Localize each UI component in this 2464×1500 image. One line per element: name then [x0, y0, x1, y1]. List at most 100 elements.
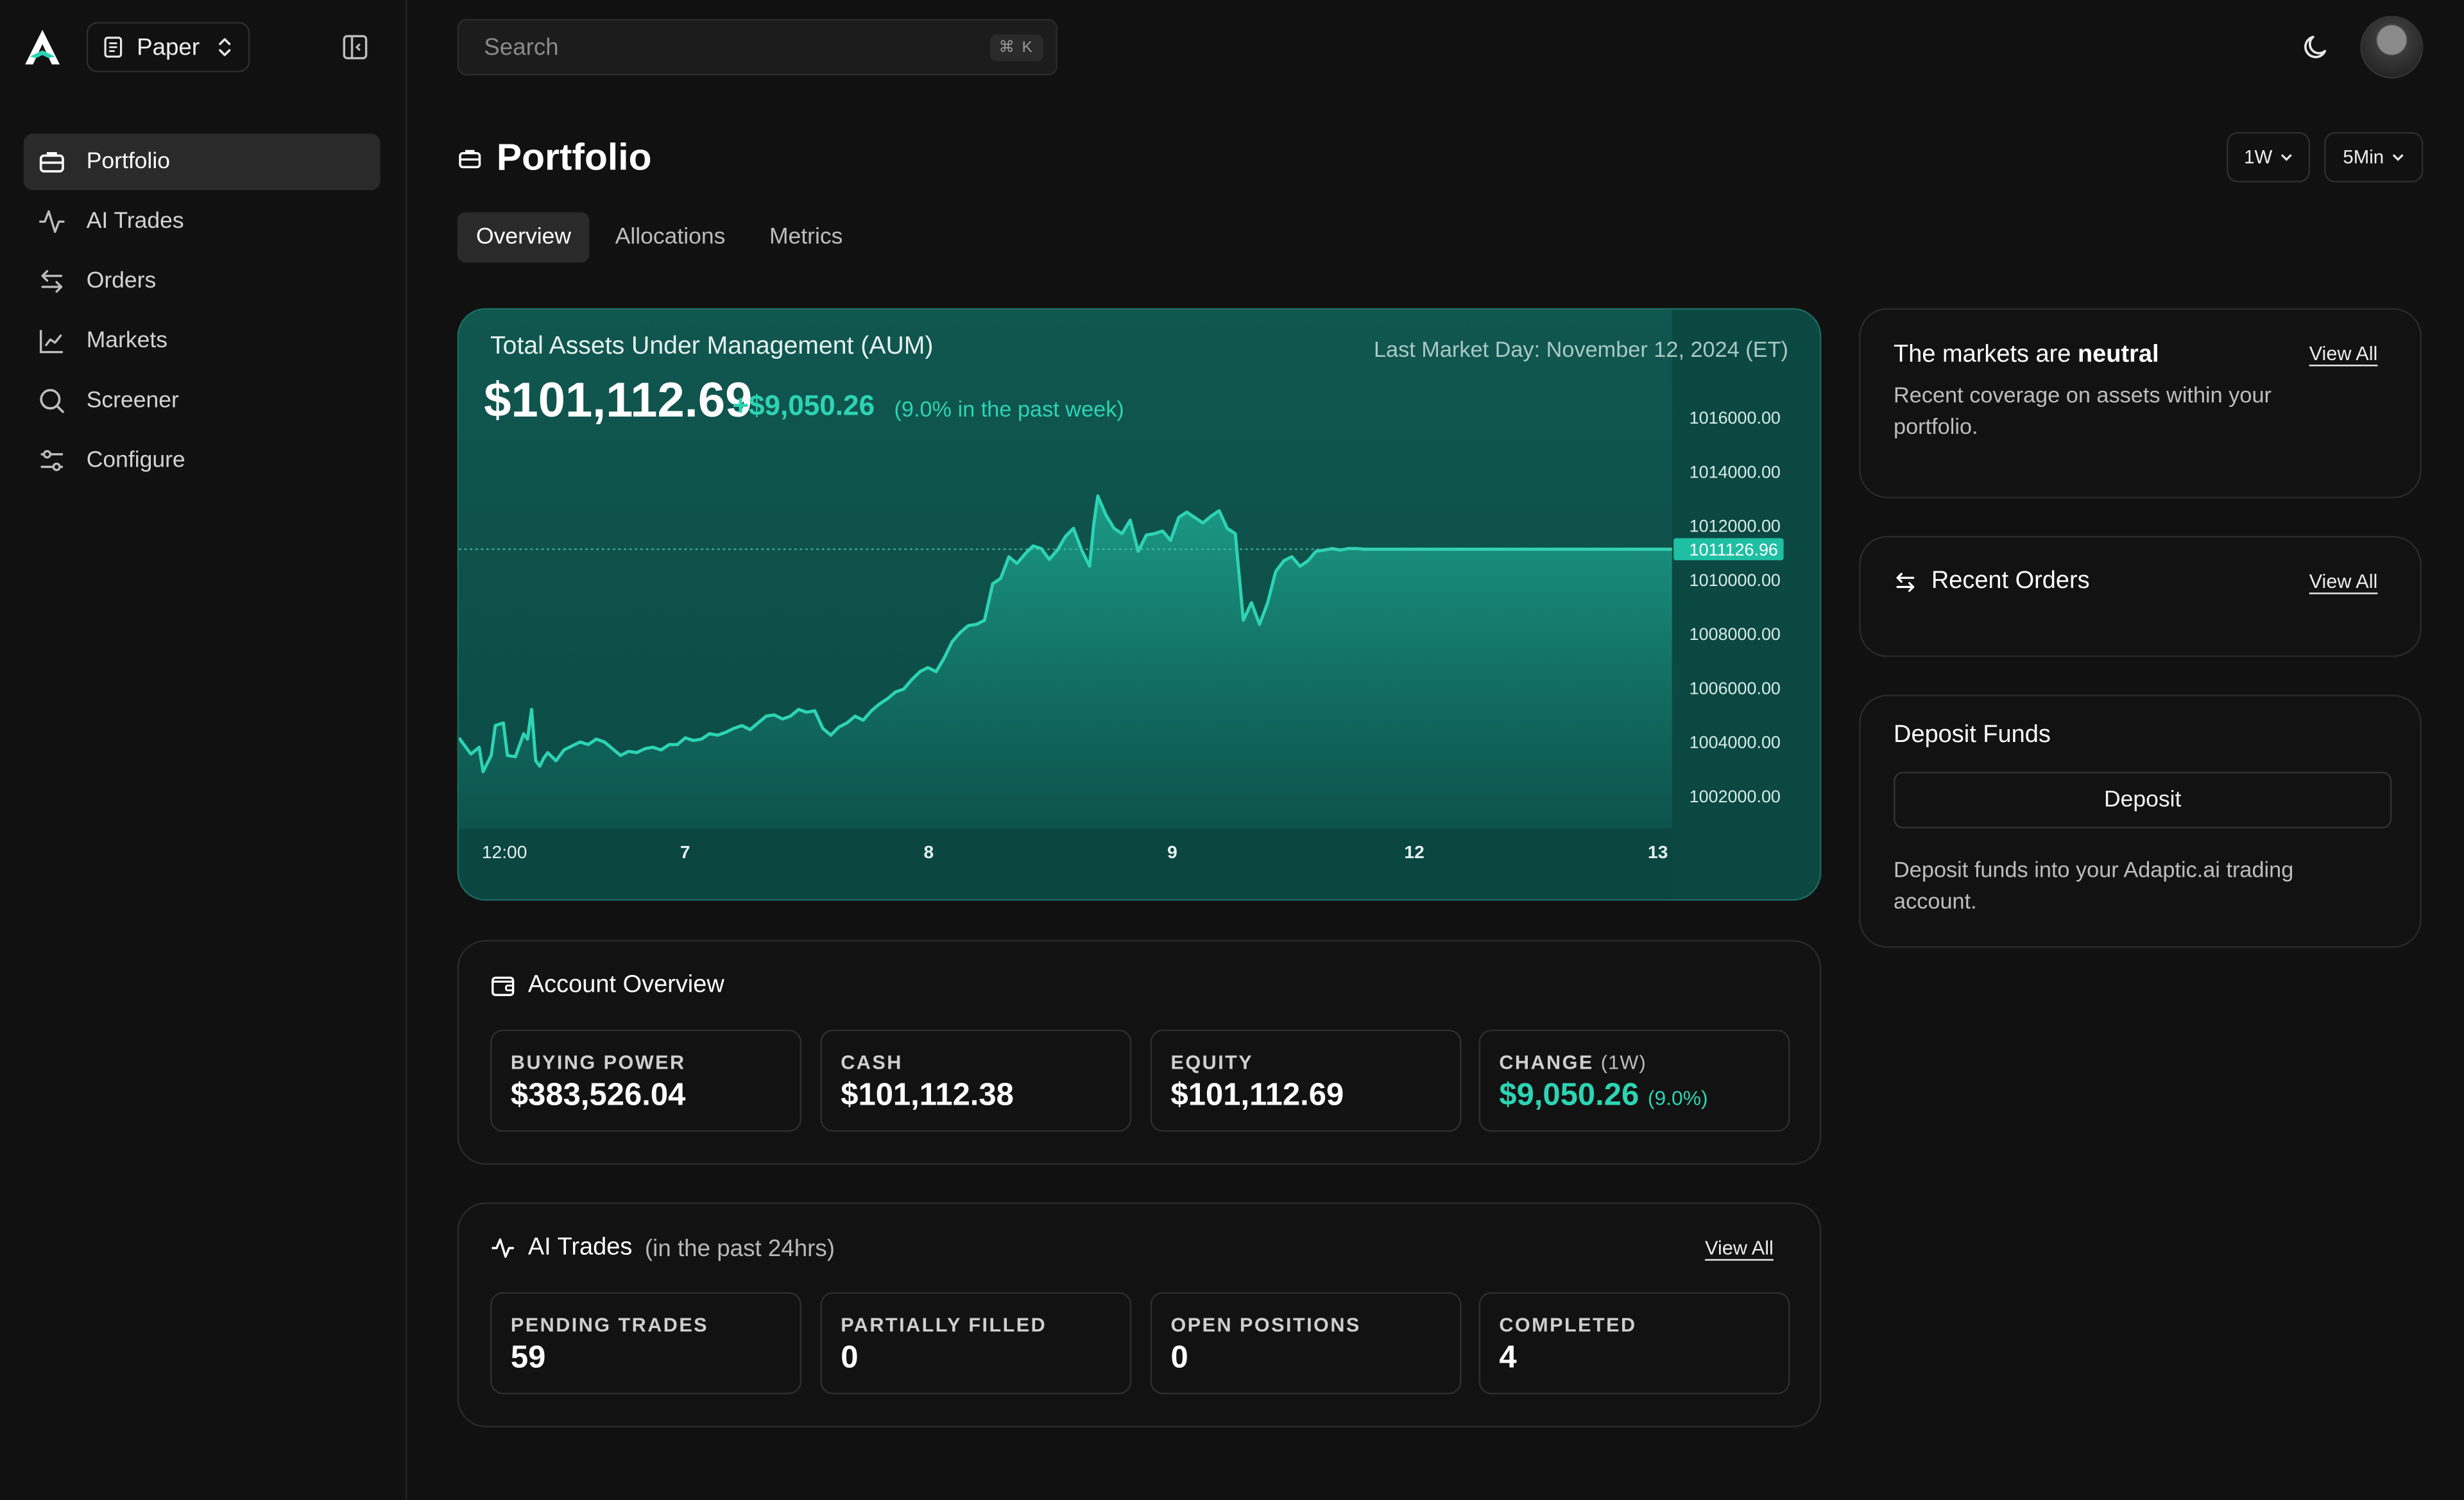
- arrows-left-right-icon: [41, 270, 63, 293]
- y-tick-label: 1014000.00: [1690, 462, 1781, 481]
- sidebar-item-label: Configure: [86, 447, 185, 474]
- sidebar-item-portfolio[interactable]: Portfolio: [23, 134, 381, 191]
- ai-trades-title: AI Trades: [527, 1234, 633, 1261]
- tab-overview[interactable]: Overview: [457, 212, 590, 263]
- markets-view-all-link[interactable]: View All: [2309, 343, 2378, 365]
- interval-select[interactable]: 5Min: [2324, 132, 2424, 183]
- markets-sentiment-text: Recent coverage on assets within your po…: [1894, 382, 2272, 439]
- account-overview-header: Account Overview: [490, 971, 724, 999]
- current-value-marker: 1011126.96: [1673, 538, 1784, 560]
- stat-change: CHANGE (1W) $9,050.26 (9.0%): [1478, 1030, 1790, 1132]
- x-tick-label: 9: [1167, 842, 1177, 862]
- markets-title-emphasis: neutral: [2077, 341, 2159, 368]
- stat-pending-trades: PENDING TRADES 59: [490, 1292, 801, 1395]
- aum-change: +$9,050.26: [732, 390, 875, 422]
- account-overview-panel: Account Overview BUYING POWER $383,526.0…: [457, 940, 1822, 1165]
- recent-orders-header: Recent Orders: [1894, 567, 2090, 596]
- tab-allocations[interactable]: Allocations: [596, 212, 744, 263]
- stat-label: PENDING TRADES: [510, 1314, 709, 1336]
- x-tick-label: 12:00: [482, 842, 527, 862]
- deposit-funds-card: Deposit Funds Deposit Deposit funds into…: [1859, 694, 2422, 948]
- search-placeholder: Search: [484, 33, 559, 61]
- sidebar-item-screener[interactable]: Screener: [24, 372, 381, 429]
- stat-value: $383,526.04: [510, 1078, 686, 1113]
- sidebar-item-ai-trades[interactable]: AI Trades: [24, 193, 381, 250]
- stat-label: OPEN POSITIONS: [1170, 1314, 1361, 1336]
- stat-value: $101,112.69: [1170, 1078, 1344, 1113]
- stat-label: CHANGE (1W): [1499, 1051, 1769, 1073]
- stat-label-suffix: (1W): [1600, 1051, 1647, 1074]
- sidebar-item-label: AI Trades: [86, 209, 184, 234]
- stat-value: $101,112.38: [841, 1078, 1014, 1113]
- arrows-left-right-icon: [1896, 572, 1915, 592]
- briefcase-icon: [459, 150, 481, 169]
- stat-cash: CASH $101,112.38: [820, 1030, 1132, 1132]
- stat-value: 0: [841, 1340, 859, 1375]
- ai-trades-view-all-link[interactable]: View All: [1705, 1237, 1774, 1259]
- sidebar-item-orders[interactable]: Orders: [24, 253, 381, 309]
- briefcase-icon: [39, 151, 64, 173]
- aum-change-pct: (9.0% in the past week): [894, 396, 1124, 422]
- aum-title: Total Assets Under Management (AUM): [490, 333, 934, 360]
- logo-icon[interactable]: [22, 27, 63, 68]
- markets-sentiment-card: The markets are neutral View All Recent …: [1859, 308, 2422, 499]
- sidebar: Paper Portfolio AI Trades Orders Markets…: [0, 0, 407, 1500]
- stat-label: BUYING POWER: [510, 1051, 686, 1074]
- user-avatar[interactable]: [2360, 15, 2424, 79]
- aum-area: [459, 496, 1672, 829]
- app-root: Paper Portfolio AI Trades Orders Markets…: [0, 0, 2464, 1500]
- y-tick-label: 1016000.00: [1690, 408, 1781, 427]
- sidebar-nav: Portfolio AI Trades Orders Markets Scree…: [23, 134, 381, 492]
- last-market-day: Last Market Day: November 12, 2024 (ET): [1373, 336, 1788, 362]
- search-input[interactable]: Search ⌘ K: [457, 19, 1058, 76]
- stat-partially-filled: PARTIALLY FILLED 0: [820, 1292, 1132, 1395]
- workspace-label: Paper: [137, 33, 200, 61]
- ai-trades-subtitle: (in the past 24hrs): [644, 1234, 835, 1262]
- sidebar-item-label: Markets: [86, 328, 168, 354]
- chevron-down-icon: [2280, 154, 2292, 161]
- current-value-label: 1011126.96: [1690, 540, 1778, 559]
- chevron-up-down-icon: [219, 38, 231, 56]
- workspace-switcher[interactable]: Paper: [86, 22, 250, 73]
- sidebar-item-markets[interactable]: Markets: [24, 313, 381, 369]
- y-tick-label: 1010000.00: [1690, 571, 1781, 590]
- collapse-sidebar-icon[interactable]: [339, 31, 371, 63]
- sidebar-item-configure[interactable]: Configure: [24, 432, 381, 488]
- deposit-funds-text: Deposit funds into your Adaptic.ai tradi…: [1894, 856, 2294, 913]
- y-tick-label: 1008000.00: [1690, 625, 1781, 644]
- stat-label: EQUITY: [1170, 1051, 1254, 1074]
- wallet-icon: [492, 976, 515, 996]
- y-tick-label: 1004000.00: [1690, 733, 1781, 752]
- deposit-funds-title: Deposit Funds: [1894, 721, 2051, 748]
- page-title-text: Portfolio: [496, 137, 652, 180]
- sidebar-item-label: Portfolio: [86, 149, 170, 175]
- range-value: 1W: [2244, 146, 2273, 169]
- account-overview-title: Account Overview: [527, 971, 724, 999]
- stat-label-text: CHANGE: [1499, 1051, 1594, 1074]
- stat-value: 4: [1499, 1340, 1517, 1375]
- y-tick-label: 1012000.00: [1690, 517, 1781, 536]
- activity-icon: [39, 210, 65, 233]
- stat-value: 0: [1170, 1340, 1188, 1375]
- activity-icon: [492, 1238, 514, 1258]
- stat-label: CASH: [841, 1051, 903, 1074]
- chevron-down-icon: [2392, 154, 2404, 161]
- document-icon: [104, 37, 123, 58]
- range-select[interactable]: 1W: [2227, 132, 2311, 183]
- stat-value: 59: [510, 1340, 546, 1375]
- recent-orders-view-all-link[interactable]: View All: [2309, 571, 2378, 592]
- search-shortcut-badge: ⌘ K: [989, 33, 1044, 61]
- tab-metrics[interactable]: Metrics: [751, 212, 862, 263]
- ai-trades-header: AI Trades (in the past 24hrs): [490, 1234, 835, 1262]
- stat-buying-power: BUYING POWER $383,526.04: [490, 1030, 801, 1132]
- deposit-button[interactable]: Deposit: [1894, 772, 2392, 829]
- stat-value: $9,050.26 (9.0%): [1499, 1078, 1769, 1114]
- y-tick-label: 1002000.00: [1690, 787, 1781, 806]
- stat-open-positions: OPEN POSITIONS 0: [1150, 1292, 1462, 1395]
- line-chart-icon: [39, 330, 63, 354]
- stat-completed: COMPLETED 4: [1478, 1292, 1790, 1395]
- moon-icon[interactable]: [2300, 31, 2332, 63]
- x-tick-label: 7: [680, 842, 690, 862]
- page-tabs: Overview Allocations Metrics: [457, 212, 862, 263]
- sliders-icon: [40, 450, 63, 471]
